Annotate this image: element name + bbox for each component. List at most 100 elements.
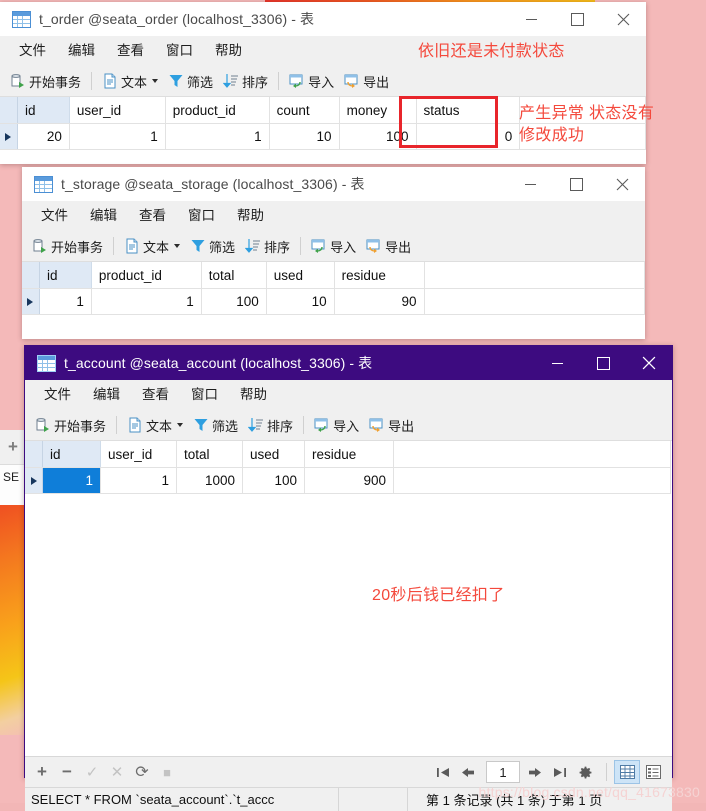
column-header-used[interactable]: used — [242, 441, 305, 468]
column-header-product-id[interactable]: product_id — [91, 262, 202, 289]
sort-button[interactable]: 排序 — [243, 413, 298, 437]
menu-file[interactable]: 文件 — [33, 380, 82, 410]
column-header-residue[interactable]: residue — [334, 262, 425, 289]
import-button[interactable]: 导入 — [309, 413, 364, 437]
import-button[interactable]: 导入 — [306, 234, 361, 258]
menu-window[interactable]: 窗口 — [155, 36, 204, 66]
column-header-id[interactable]: id — [42, 441, 101, 468]
menu-view[interactable]: 查看 — [131, 380, 180, 410]
column-header-residue[interactable]: residue — [304, 441, 394, 468]
cell-total[interactable]: 100 — [201, 288, 267, 315]
grid-t-storage[interactable]: id product_id total used residue 1 1 100… — [22, 262, 646, 315]
cell-user-id[interactable]: 1 — [100, 467, 177, 494]
import-button[interactable]: 导入 — [284, 69, 339, 93]
prev-page-icon[interactable] — [457, 761, 479, 783]
plus-icon[interactable]: + — [8, 437, 18, 457]
form-view-icon[interactable] — [640, 760, 666, 784]
titlebar-t-account[interactable]: t_account @seata_account (localhost_3306… — [25, 346, 672, 380]
export-button[interactable]: 导出 — [361, 234, 416, 258]
menu-edit[interactable]: 编辑 — [57, 36, 106, 66]
maximize-icon[interactable] — [553, 167, 599, 201]
menu-file[interactable]: 文件 — [30, 201, 79, 231]
cell-product-id[interactable]: 1 — [91, 288, 202, 315]
minimize-icon[interactable] — [508, 2, 554, 36]
chevron-down-icon[interactable] — [152, 79, 159, 83]
filter-button[interactable]: 筛选 — [163, 69, 218, 93]
cell-id[interactable]: 1 — [39, 288, 92, 315]
menu-help[interactable]: 帮助 — [226, 201, 275, 231]
first-page-icon[interactable] — [432, 761, 454, 783]
cell-total[interactable]: 1000 — [176, 467, 243, 494]
titlebar-t-storage[interactable]: t_storage @seata_storage (localhost_3306… — [22, 167, 645, 201]
sort-button[interactable]: 排序 — [240, 234, 295, 258]
menu-window[interactable]: 窗口 — [180, 380, 229, 410]
begin-transaction-button[interactable]: 开始事务 — [5, 69, 86, 93]
titlebar-t-order[interactable]: t_order @seata_order (localhost_3306) - … — [0, 2, 646, 36]
text-button[interactable]: 文本 — [97, 69, 163, 93]
grid-t-account[interactable]: id user_id total used residue 1 1 1000 1… — [25, 441, 672, 756]
toolbar-separator — [116, 416, 118, 434]
menu-view[interactable]: 查看 — [106, 36, 155, 66]
gear-icon[interactable] — [574, 761, 596, 783]
last-page-icon[interactable] — [549, 761, 571, 783]
row-selector[interactable] — [0, 123, 18, 150]
filter-button[interactable]: 筛选 — [188, 413, 243, 437]
close-icon[interactable] — [599, 167, 645, 201]
chevron-down-icon[interactable] — [174, 244, 181, 248]
refresh-icon[interactable]: ⟳ — [131, 761, 153, 783]
column-header-total[interactable]: total — [176, 441, 243, 468]
menu-edit[interactable]: 编辑 — [79, 201, 128, 231]
minimize-icon[interactable] — [534, 346, 580, 380]
cell-residue[interactable]: 90 — [334, 288, 425, 315]
page-number-input[interactable]: 1 — [486, 761, 520, 783]
cell-id[interactable]: 20 — [17, 123, 70, 150]
column-header-count[interactable]: count — [269, 97, 340, 124]
window-t-account[interactable]: t_account @seata_account (localhost_3306… — [24, 345, 673, 811]
cell-used[interactable]: 10 — [266, 288, 335, 315]
menu-edit[interactable]: 编辑 — [82, 380, 131, 410]
column-header-user-id[interactable]: user_id — [100, 441, 177, 468]
maximize-icon[interactable] — [580, 346, 626, 380]
export-button[interactable]: 导出 — [339, 69, 394, 93]
cell-id[interactable]: 1 — [42, 467, 101, 494]
begin-transaction-button[interactable]: 开始事务 — [27, 234, 108, 258]
grid-view-icon[interactable] — [614, 760, 640, 784]
menu-window[interactable]: 窗口 — [177, 201, 226, 231]
menu-help[interactable]: 帮助 — [204, 36, 253, 66]
column-header-product-id[interactable]: product_id — [165, 97, 270, 124]
text-button[interactable]: 文本 — [122, 413, 188, 437]
window-controls — [534, 346, 672, 380]
column-header-id[interactable]: id — [17, 97, 70, 124]
begin-transaction-label: 开始事务 — [54, 418, 107, 434]
remove-record-icon[interactable]: − — [56, 761, 78, 783]
close-icon[interactable] — [600, 2, 646, 36]
export-button[interactable]: 导出 — [364, 413, 419, 437]
close-icon[interactable] — [626, 346, 672, 380]
minimize-icon[interactable] — [507, 167, 553, 201]
cell-user-id[interactable]: 1 — [69, 123, 166, 150]
begin-transaction-button[interactable]: 开始事务 — [30, 413, 111, 437]
sort-button[interactable]: 排序 — [218, 69, 273, 93]
toolbar-separator-2 — [303, 416, 305, 434]
menu-file[interactable]: 文件 — [8, 36, 57, 66]
window-t-storage[interactable]: t_storage @seata_storage (localhost_3306… — [22, 167, 646, 339]
row-selector[interactable] — [22, 288, 40, 315]
cell-product-id[interactable]: 1 — [165, 123, 270, 150]
column-header-used[interactable]: used — [266, 262, 335, 289]
filter-button[interactable]: 筛选 — [185, 234, 240, 258]
add-record-icon[interactable]: + — [31, 761, 53, 783]
next-page-icon[interactable] — [524, 761, 546, 783]
column-header-user-id[interactable]: user_id — [69, 97, 166, 124]
row-selector[interactable] — [25, 467, 43, 494]
text-button[interactable]: 文本 — [119, 234, 185, 258]
maximize-icon[interactable] — [554, 2, 600, 36]
chevron-down-icon[interactable] — [177, 423, 184, 427]
cell-count[interactable]: 10 — [269, 123, 340, 150]
cell-residue[interactable]: 900 — [304, 467, 394, 494]
menu-view[interactable]: 查看 — [128, 201, 177, 231]
cell-used[interactable]: 100 — [242, 467, 305, 494]
menu-help[interactable]: 帮助 — [229, 380, 278, 410]
column-header-total[interactable]: total — [201, 262, 267, 289]
import-icon — [311, 239, 325, 253]
column-header-id[interactable]: id — [39, 262, 92, 289]
